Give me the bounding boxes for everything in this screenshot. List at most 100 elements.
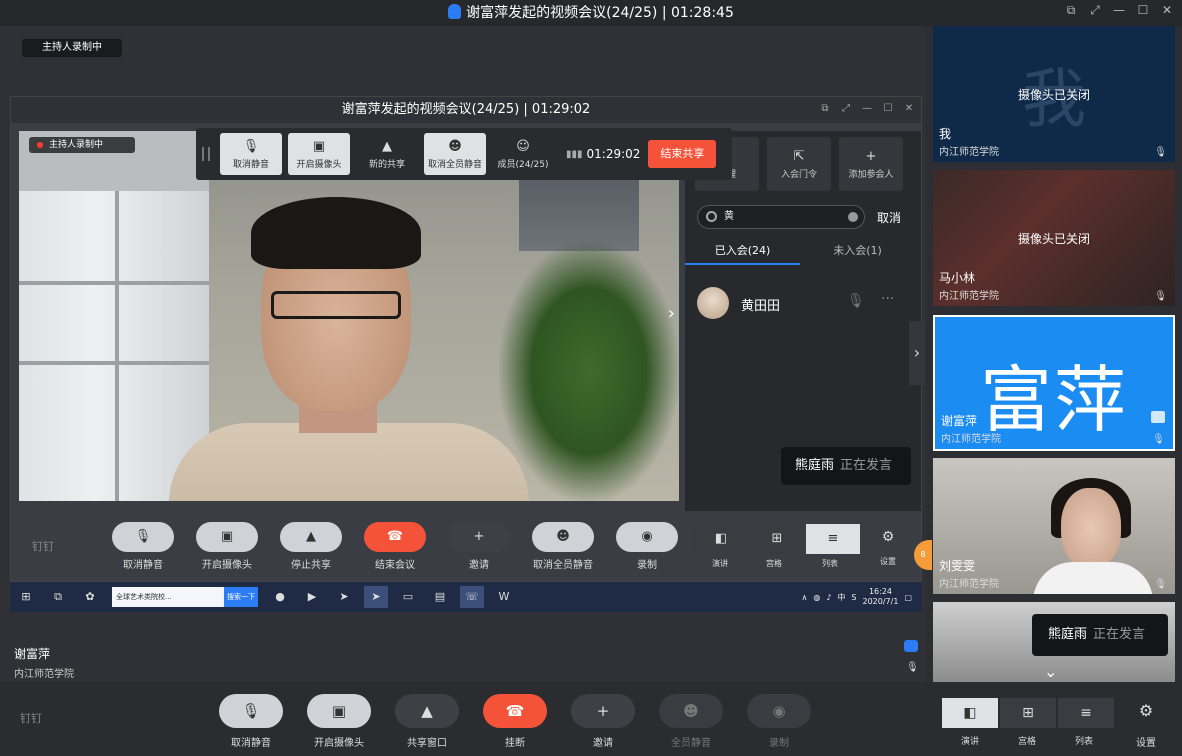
add-user-icon: + [448,522,510,552]
inner-unmute-button[interactable]: 🎙 取消静音 [112,522,174,571]
clear-icon[interactable] [848,212,858,222]
hangup-button[interactable]: ☎ 挂断 [483,694,547,749]
meeting-app-icon[interactable]: ☏ [460,586,484,608]
recording-badge: 主持人录制中 [22,39,122,57]
chevron-right-icon[interactable]: › [668,303,675,324]
chevron-down-icon[interactable]: ⌄ [1044,662,1057,681]
search-cancel-button[interactable]: 取消 [877,209,901,226]
door-code-button[interactable]: ⇱ 入会门令 [767,137,831,191]
add-user-icon: + [865,148,877,164]
members-button[interactable]: ☺ 成员(24/25) [492,133,554,175]
slides-icon[interactable]: ▭ [396,586,420,608]
participant-tile[interactable]: 刘雯雯 内江师范学院 🎙 [933,458,1175,594]
fullscreen-icon: ⤢ [842,103,850,114]
inner-camera-button[interactable]: ▣ 开启摄像头 [196,522,258,571]
maximize-icon[interactable]: ☐ [1136,3,1150,17]
layout-speech-icon[interactable]: ◧ [942,698,998,728]
group-mute-icon: ☻ [448,138,462,154]
task-view-icon[interactable]: ⧉ [46,586,70,608]
share-window-button[interactable]: ▲ 共享窗口 [395,694,459,749]
dingtalk-icon[interactable]: ➤ [332,586,356,608]
end-share-button[interactable]: 结束共享 [648,140,717,168]
unmute-all-button[interactable]: ☻ 取消全员静音 [424,133,486,175]
dingtalk-icon[interactable]: ➤ [364,586,388,608]
tab-joined[interactable]: 已入会(24) [685,237,800,265]
chevron-up-icon[interactable]: ∧ [801,593,807,602]
mute-all-button[interactable]: ☻ 全员静音 [659,694,723,749]
mic-muted-icon: 🎙 [219,694,283,728]
layout-speech-label: 演讲 [712,559,728,568]
panel-expand-button[interactable]: › [909,321,925,385]
volume-icon[interactable]: ♪ [826,593,831,602]
video-window [19,191,209,501]
media-player-icon[interactable]: ▶ [300,586,324,608]
notification-icon[interactable]: ▢ [904,593,912,602]
mic-muted-icon[interactable]: 🎙 [847,293,865,309]
ime-indicator[interactable]: 中 [837,592,845,603]
inner-end-meeting-button[interactable]: ☎ 结束会议 [364,522,426,571]
participant-tile[interactable]: 我 摄像头已关闭 我 内江师范学院 🎙 [933,26,1175,162]
inner-unmute-all-button[interactable]: ☻ 取消全员静音 [532,522,594,571]
drag-handle[interactable] [202,147,210,161]
fullscreen-icon[interactable]: ⤢ [1088,3,1102,17]
mic-muted-icon: 🎙 [906,662,919,673]
app-tray-icon[interactable]: S [851,593,856,602]
inner-settings-label: 设置 [880,557,896,566]
member-row[interactable]: 黄田田 🎙 ··· [697,285,909,323]
minimize-icon: — [862,103,872,114]
inner-invite-button[interactable]: + 邀请 [448,522,510,571]
popout-icon[interactable]: ⧉ [1064,3,1078,17]
layout-list-icon[interactable]: ≡ [1058,698,1114,728]
inner-camera-label: 开启摄像头 [202,560,252,571]
folder-icon[interactable]: ▤ [428,586,452,608]
share-icon: ▲ [382,138,392,154]
minimize-icon[interactable]: — [1112,3,1126,17]
unmute-button[interactable]: 🎙 取消静音 [220,133,282,175]
unmute-button[interactable]: 🎙 取消静音 [219,694,283,749]
close-icon[interactable]: ✕ [1160,3,1174,17]
screen-share-icon [904,640,918,652]
speaking-status: 正在发言 [1093,627,1146,642]
camera-button[interactable]: ▣ 开启摄像头 [307,694,371,749]
add-participant-button[interactable]: + 添加参会人 [839,137,903,191]
app-icon[interactable]: ✿ [78,586,102,608]
settings-button[interactable]: ⚙ 设置 [1118,694,1174,749]
presenter-name: 谢富萍 [14,647,51,661]
participant-tile[interactable]: 摄像头已关闭 马小林 内江师范学院 🎙 [933,170,1175,306]
maximize-icon: ☐ [883,103,893,114]
inner-stop-share-button[interactable]: ▲ 停止共享 [280,522,342,571]
shared-window-title: 谢富萍发起的视频会议(24/25) | 01:29:02 [11,97,921,123]
record-button[interactable]: ◉ 录制 [747,694,811,749]
camera-off-icon: ▣ [307,694,371,728]
member-search-input[interactable]: 黄 [697,205,865,229]
participant-tile-active[interactable]: 富萍 谢富萍 内江师范学院 🎙 [933,315,1175,451]
windows-start-icon[interactable]: ⊞ [14,586,38,608]
taskbar-search-button[interactable]: 搜索一下 [224,587,258,607]
more-icon[interactable]: ··· [881,291,894,307]
doc-app-icon[interactable]: W [492,586,516,608]
layout-speech-icon[interactable]: ◧ [694,524,748,554]
network-icon[interactable]: ◍ [813,593,820,602]
inner-settings-button[interactable]: ⚙ 设置 [858,522,918,567]
layout-grid-icon[interactable]: ⊞ [1000,698,1056,728]
camera-button[interactable]: ▣ 开启摄像头 [288,133,350,175]
speaker-name: 熊庭雨 [795,458,835,473]
layout-list-icon[interactable]: ≡ [806,524,860,554]
layout-grid-icon[interactable]: ⊞ [750,524,804,554]
inner-record-button[interactable]: ◉ 录制 [616,522,678,571]
inner-record-label: 录制 [637,560,657,571]
invite-button[interactable]: + 邀请 [571,694,635,749]
inner-layout-switcher: ◧ ⊞ ≡ [694,524,860,554]
taskbar-clock[interactable]: 16:24 2020/7/1 [863,587,899,607]
app-icon[interactable]: ● [268,586,292,608]
plant [499,241,679,501]
participant-name: 刘雯雯 [939,559,976,573]
system-tray: ∧ ◍ ♪ 中 S 16:24 2020/7/1 ▢ [801,582,912,612]
participant-list: 我 摄像头已关闭 我 内江师范学院 🎙 摄像头已关闭 马小林 内江师范学院 🎙 … [930,26,1178,682]
mic-muted-icon: 🎙 [1154,579,1167,590]
tab-not-joined[interactable]: 未入会(1) [800,237,915,265]
new-share-button[interactable]: ▲ 新的共享 [356,133,418,175]
browser-tab[interactable]: 全球艺术类院校... [112,587,224,607]
person-hair [251,197,421,269]
presenter-org: 内江师范学院 [14,669,74,680]
